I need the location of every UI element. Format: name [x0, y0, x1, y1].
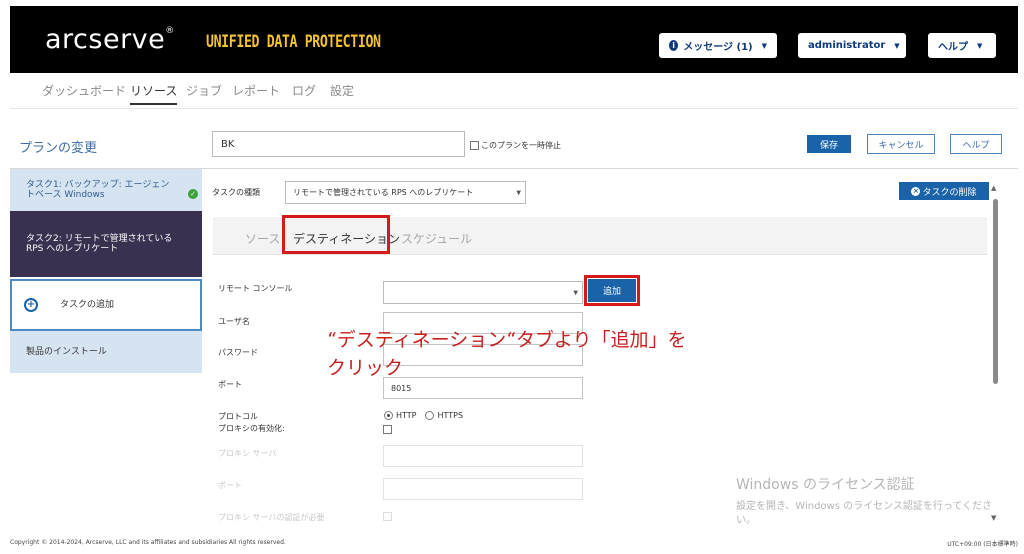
tab-schedule[interactable]: スケジュール [401, 230, 472, 247]
proxy-auth-label: プロキシ サーバの認証が必要 [218, 513, 325, 522]
pause-plan-checkbox[interactable] [470, 141, 479, 150]
port-label: ポート [218, 380, 242, 389]
scroll-up-icon[interactable]: ▲ [991, 184, 996, 192]
sidebar-item-label: 製品のインストール [26, 347, 107, 357]
proxy-enable-checkbox[interactable] [383, 425, 392, 434]
delete-task-label: タスクの削除 [922, 187, 977, 198]
proxy-enable-label: プロキシの有効化: [218, 424, 285, 433]
close-circle-icon: × [911, 186, 921, 196]
sidebar-item-label: タスク1: バックアップ: エージェントベース Windows [26, 180, 170, 200]
copyright-text: Copyright © 2014-2024, Arcserve, LLC and… [10, 539, 286, 546]
scroll-thumb[interactable] [993, 199, 998, 384]
protocol-radio-group: HTTP HTTPS [384, 411, 463, 420]
protocol-http-radio[interactable] [384, 411, 393, 420]
protocol-https-label: HTTPS [437, 411, 464, 420]
task-type-value: リモートで管理されている RPS へのレプリケート [293, 188, 474, 197]
annotation-line1: “デスティネーション“タブより「追加」を [327, 329, 687, 351]
remote-console-select[interactable]: ▼ [383, 281, 583, 304]
product-name: UNIFIED DATA PROTECTION [206, 32, 381, 52]
add-button[interactable]: 追加 [584, 275, 640, 306]
footer: Copyright © 2014-2024, Arcserve, LLC and… [10, 536, 1018, 550]
destination-tab-highlight [282, 215, 390, 254]
password-label: パスワード [218, 348, 258, 357]
chevron-down-icon: ▼ [894, 41, 900, 50]
help-menu-button[interactable]: ヘルプ ▼ [928, 33, 996, 58]
watermark-subtitle: 設定を開き、Windows のライセンス認証を行ってください。 [736, 501, 993, 526]
chevron-down-icon: ▼ [761, 41, 767, 50]
timezone-text: UTC+09:00 (日本標準時) [947, 541, 1018, 548]
help-button[interactable]: ヘルプ [950, 134, 1002, 154]
instruction-annotation: “デスティネーション“タブより「追加」を クリック [327, 326, 847, 382]
help-label: ヘルプ [938, 42, 968, 53]
sidebar-item-label: タスク2: リモートで管理されている RPS へのレプリケート [26, 234, 173, 254]
proxy-server-label: プロキシ サーバ [218, 449, 277, 458]
delete-task-button[interactable]: × タスクの削除 [899, 182, 989, 200]
save-button[interactable]: 保存 [807, 135, 851, 153]
top-bar: arcserve® UNIFIED DATA PROTECTION i メッセー… [10, 6, 1018, 73]
arcserve-logo: arcserve® [45, 24, 175, 55]
plan-name-input[interactable]: BK [212, 131, 465, 157]
messages-label: メッセージ (1) [683, 42, 753, 53]
messages-button[interactable]: i メッセージ (1) ▼ [659, 33, 777, 58]
cancel-button[interactable]: キャンセル [867, 134, 935, 154]
pause-plan-label: このプランを一時停止 [481, 141, 561, 150]
proxy-server-input[interactable] [383, 445, 583, 467]
protocol-label: プロトコル [218, 412, 258, 421]
chevron-down-icon: ▼ [516, 189, 521, 196]
port-value: 8015 [391, 383, 412, 393]
page-header: プランの変更 BK このプランを一時停止 保存 キャンセル ヘルプ [10, 127, 1018, 169]
task-sidebar: タスク1: バックアップ: エージェントベース Windows ✓ タスク2: … [10, 169, 202, 373]
tab-source[interactable]: ソース [245, 230, 280, 247]
sidebar-item-add-task[interactable]: + タスクの追加 [10, 279, 202, 331]
user-menu-button[interactable]: administrator ▼ [798, 33, 906, 58]
sidebar-item-install[interactable]: 製品のインストール [10, 331, 202, 373]
windows-activation-watermark: Windows のライセンス認証 設定を開き、Windows のライセンス認証を… [736, 474, 998, 528]
nav-reports[interactable]: レポート [232, 82, 280, 99]
task-type-label: タスクの種類 [212, 188, 260, 197]
nav-jobs[interactable]: ジョブ [186, 82, 222, 99]
nav-resources[interactable]: リソース [130, 82, 178, 105]
sidebar-item-label: タスクの追加 [60, 300, 115, 310]
proxy-port-label: ポート [218, 481, 242, 490]
check-icon: ✓ [188, 189, 198, 199]
nav-logs[interactable]: ログ [292, 82, 316, 99]
watermark-title: Windows のライセンス認証 [736, 477, 915, 493]
vertical-scrollbar[interactable]: ▲ ▼ [990, 184, 1000, 524]
nav-settings[interactable]: 設定 [330, 82, 354, 99]
sidebar-item-task1[interactable]: タスク1: バックアップ: エージェントベース Windows ✓ [10, 169, 202, 211]
task-type-select[interactable]: リモートで管理されている RPS へのレプリケート ▼ [285, 181, 526, 204]
sidebar-item-task2[interactable]: タスク2: リモートで管理されている RPS へのレプリケート [10, 211, 202, 277]
info-icon: i [669, 40, 679, 51]
annotation-line2: クリック [327, 357, 404, 379]
main-nav: ダッシュボード リソース ジョブ レポート ログ 設定 [10, 73, 1018, 109]
pause-plan-option[interactable]: このプランを一時停止 [470, 140, 561, 151]
page-title: プランの変更 [19, 141, 98, 156]
protocol-https-radio[interactable] [425, 411, 435, 420]
proxy-auth-checkbox[interactable] [383, 512, 392, 521]
chevron-down-icon: ▼ [977, 41, 983, 50]
protocol-http-label: HTTP [396, 411, 417, 420]
chevron-down-icon: ▼ [573, 289, 578, 296]
plus-icon: + [24, 298, 38, 312]
username-label: ユーザ名 [218, 317, 250, 326]
remote-console-label: リモート コンソール [218, 284, 293, 293]
nav-dashboard[interactable]: ダッシュボード [42, 82, 126, 99]
user-label: administrator [808, 40, 886, 51]
proxy-port-input[interactable] [383, 478, 583, 500]
